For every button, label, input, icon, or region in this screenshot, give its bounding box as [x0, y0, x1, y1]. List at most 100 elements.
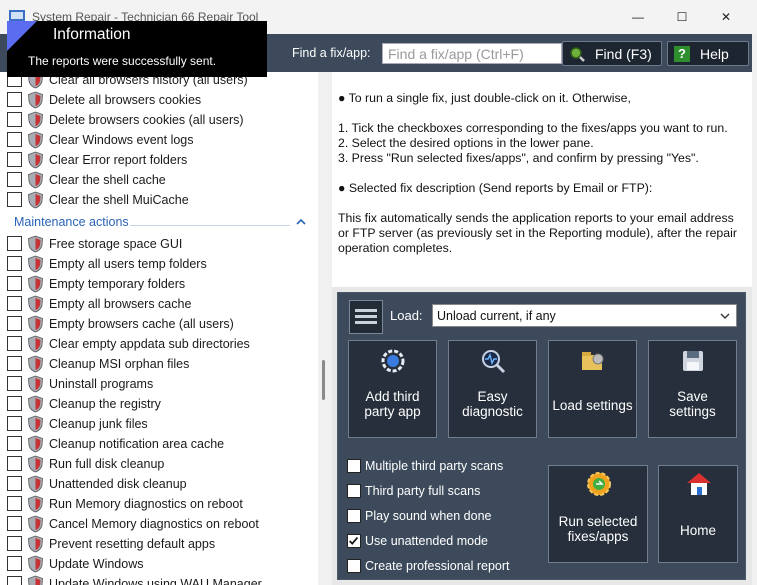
save-settings-button[interactable]: Save settings: [648, 340, 737, 438]
fix-label: Empty all browsers cache: [49, 297, 192, 311]
button-label: Load settings: [552, 398, 633, 413]
fix-list-item[interactable]: Update Windows: [0, 554, 300, 574]
option-checkbox[interactable]: [347, 459, 361, 473]
fix-checkbox[interactable]: [7, 376, 22, 391]
fix-list-item[interactable]: Cleanup the registry: [0, 394, 300, 414]
fix-checkbox[interactable]: [7, 192, 22, 207]
shield-icon: [28, 111, 43, 129]
shield-icon: [28, 455, 43, 473]
fix-checkbox[interactable]: [7, 92, 22, 107]
home-button[interactable]: Home: [658, 465, 738, 563]
option-checkbox[interactable]: [347, 484, 361, 498]
easy-diagnostic-button[interactable]: Easy diagnostic: [448, 340, 537, 438]
shield-icon: [28, 235, 43, 253]
find-label: Find a fix/app:: [292, 46, 371, 60]
fix-list-item[interactable]: Clear empty appdata sub directories: [0, 334, 300, 354]
fix-label: Empty all users temp folders: [49, 257, 207, 271]
shield-icon: [28, 275, 43, 293]
fix-checkbox[interactable]: [7, 152, 22, 167]
add-third-party-button[interactable]: Add third party app: [348, 340, 437, 438]
fix-checkbox[interactable]: [7, 132, 22, 147]
shield-icon: [28, 515, 43, 533]
fix-label: Delete browsers cookies (all users): [49, 113, 244, 127]
fix-checkbox[interactable]: [7, 576, 22, 585]
run-selected-button[interactable]: Run selected fixes/apps: [548, 465, 648, 563]
fix-checkbox[interactable]: [7, 172, 22, 187]
fix-list-item[interactable]: Clear the shell MuiCache: [0, 190, 300, 210]
button-label: Run selected: [558, 514, 638, 529]
fix-list-item[interactable]: Cleanup junk files: [0, 414, 300, 434]
option-checkbox[interactable]: [347, 509, 361, 523]
notification-popup[interactable]: Information The reports were successfull…: [7, 21, 267, 77]
desc-line: 2. Select the desired options in the low…: [338, 136, 594, 150]
shield-icon: [28, 315, 43, 333]
fix-checkbox[interactable]: [7, 556, 22, 571]
fix-checkbox[interactable]: [7, 336, 22, 351]
gear-arrow-icon: [587, 472, 611, 496]
fix-list-item[interactable]: Run full disk cleanup: [0, 454, 300, 474]
fix-checkbox[interactable]: [7, 536, 22, 551]
list-scrollbar-thumb[interactable]: [322, 360, 325, 400]
fix-list-item[interactable]: Empty temporary folders: [0, 274, 300, 294]
fix-checkbox[interactable]: [7, 296, 22, 311]
fix-checkbox[interactable]: [7, 356, 22, 371]
find-button[interactable]: Find (F3): [562, 41, 662, 66]
chevron-up-icon[interactable]: [296, 217, 306, 227]
fix-list-item[interactable]: Clear the shell cache: [0, 170, 300, 190]
notification-message: The reports were successfully sent.: [28, 54, 217, 68]
fix-list-item[interactable]: Delete browsers cookies (all users): [0, 110, 300, 130]
load-settings-button[interactable]: Load settings: [548, 340, 637, 438]
window-scrollbar[interactable]: [752, 34, 757, 585]
fix-list-item[interactable]: Cleanup MSI orphan files: [0, 354, 300, 374]
fix-list-item[interactable]: Update Windows using WAU Manager: [0, 574, 300, 585]
option-checkbox[interactable]: [347, 559, 361, 573]
fix-list-pane[interactable]: Clear all browsers history (all users) De…: [0, 72, 318, 585]
maximize-button[interactable]: ☐: [660, 0, 704, 34]
button-label: Add third: [365, 389, 420, 404]
fix-list-item[interactable]: Clear Windows event logs: [0, 130, 300, 150]
fix-list-item[interactable]: Cleanup notification area cache: [0, 434, 300, 454]
fix-list-item[interactable]: Unattended disk cleanup: [0, 474, 300, 494]
hamburger-icon: [355, 309, 377, 312]
fix-label: Run full disk cleanup: [49, 457, 165, 471]
fix-checkbox[interactable]: [7, 276, 22, 291]
fix-list-item[interactable]: Prevent resetting default apps: [0, 534, 300, 554]
minimize-button[interactable]: —: [616, 0, 660, 34]
fix-checkbox[interactable]: [7, 516, 22, 531]
fix-checkbox[interactable]: [7, 456, 22, 471]
description-pane: ● To run a single fix, just double-click…: [332, 72, 752, 287]
close-button[interactable]: ✕: [704, 0, 748, 34]
minimize-icon: —: [632, 10, 644, 24]
option-checkbox[interactable]: [347, 534, 361, 548]
fix-list-item[interactable]: Uninstall programs: [0, 374, 300, 394]
option-label: Play sound when done: [365, 509, 492, 523]
folder-icon: [582, 352, 604, 370]
fix-checkbox[interactable]: [7, 256, 22, 271]
search-input[interactable]: [382, 43, 562, 64]
fix-checkbox[interactable]: [7, 496, 22, 511]
fix-list-item[interactable]: Empty browsers cache (all users): [0, 314, 300, 334]
fix-checkbox[interactable]: [7, 436, 22, 451]
fix-checkbox[interactable]: [7, 396, 22, 411]
fix-list-item[interactable]: Empty all users temp folders: [0, 254, 300, 274]
load-dropdown[interactable]: Unload current, if any: [432, 304, 737, 327]
fix-checkbox[interactable]: [7, 476, 22, 491]
hamburger-menu-button[interactable]: [349, 300, 383, 334]
fix-list-item[interactable]: Run Memory diagnostics on reboot: [0, 494, 300, 514]
fix-list-item[interactable]: Free storage space GUI: [0, 234, 300, 254]
help-button[interactable]: ? Help: [667, 41, 749, 66]
option-label: Create professional report: [365, 559, 510, 573]
fix-checkbox[interactable]: [7, 236, 22, 251]
fix-checkbox[interactable]: [7, 112, 22, 127]
fix-list-item[interactable]: Delete all browsers cookies: [0, 90, 300, 110]
fix-checkbox[interactable]: [7, 416, 22, 431]
section-title[interactable]: Maintenance actions: [14, 215, 129, 229]
fix-checkbox[interactable]: [7, 316, 22, 331]
fix-list-item[interactable]: Clear Error report folders: [0, 150, 300, 170]
desc-line: This fix automatically sends the applica…: [338, 211, 734, 225]
fix-list-item[interactable]: Cancel Memory diagnostics on reboot: [0, 514, 300, 534]
fix-list-item[interactable]: Empty all browsers cache: [0, 294, 300, 314]
option-label: Multiple third party scans: [365, 459, 504, 473]
button-label: Easy: [477, 389, 508, 404]
option-label: Use unattended mode: [365, 534, 489, 548]
